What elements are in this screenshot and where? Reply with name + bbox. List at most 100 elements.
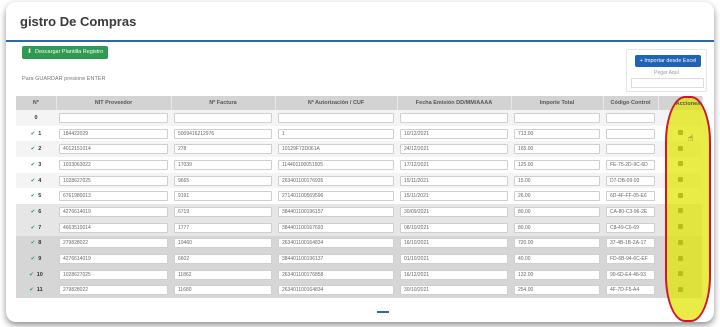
amount-field[interactable]: 132.00 [514, 269, 600, 280]
control-code-field[interactable]: 4F-7D-F5-A4 [606, 285, 655, 296]
control-code-field[interactable]: FD-6B-94-6C-EF [606, 254, 655, 265]
nit-field[interactable]: 279828022 [59, 238, 168, 249]
nit-field[interactable]: 4663510014 [59, 222, 168, 233]
invoice-field[interactable]: 11680 [174, 285, 272, 296]
amount-field[interactable]: 80.00 [514, 222, 600, 233]
date-field[interactable]: 30/10/2021 [400, 285, 508, 296]
column-header: Importe Total [511, 96, 604, 110]
control-code-field[interactable] [606, 144, 655, 155]
row-number: 9 [38, 256, 42, 263]
row-number: 4 [38, 177, 42, 184]
date-field[interactable]: 01/10/2021 [400, 254, 508, 265]
date-filter-input[interactable] [400, 112, 508, 123]
amount-field[interactable]: 40.00 [514, 254, 600, 265]
table-row: ✔ 9 4276614019 6602 384401100196137 01/10/202… [16, 251, 702, 267]
amount-field[interactable]: 720.00 [514, 238, 600, 249]
filter-row: 0 [16, 110, 702, 126]
control-code-field[interactable]: CA-80-C3-96-2E [606, 206, 655, 217]
nit-field[interactable]: 4276614019 [59, 206, 168, 217]
authorization-field[interactable]: 1 [278, 128, 394, 139]
date-field[interactable]: 08/10/2021 [400, 222, 508, 233]
check-icon: ✔ [30, 177, 36, 184]
authorization-field[interactable]: 263401100164834 [278, 238, 394, 249]
date-field[interactable]: 10/12/2021 [400, 128, 508, 139]
invoice-field[interactable]: 1777 [174, 222, 272, 233]
date-field[interactable]: 24/12/2021 [400, 144, 508, 155]
paste-input[interactable] [631, 78, 704, 88]
nit-field[interactable]: 1028627025 [59, 269, 168, 280]
table-row: ✔ 5 6761980013 9191 271401100569596 15/11/202… [16, 188, 702, 205]
authorization-field[interactable]: 384401100196157 [278, 206, 394, 217]
mouse-cursor-icon: ☝ [688, 133, 694, 143]
date-field[interactable]: 30/09/2021 [400, 206, 508, 217]
nit-field[interactable]: 6761980013 [59, 191, 168, 202]
table-row: ✔ 4 1028627025 9665 263401100176935 15/11/202… [16, 172, 702, 189]
date-field[interactable]: 15/11/2021 [400, 175, 508, 186]
authorization-field[interactable]: 263401100176935 [278, 175, 394, 186]
invoice-field[interactable]: 11862 [174, 269, 272, 280]
date-field[interactable]: 16/10/2021 [400, 238, 508, 249]
control-code-field[interactable]: 6D-4F-FF-05-E6 [606, 191, 655, 202]
nit-field[interactable]: 4276614019 [59, 254, 168, 265]
nit-field[interactable]: 1028627025 [59, 175, 168, 186]
amount-field[interactable]: 165.00 [514, 144, 600, 155]
authorization-field[interactable]: 263401100164834 [278, 285, 394, 296]
authorization-field[interactable]: 114401100051505 [278, 159, 394, 170]
row-number: 2 [38, 146, 42, 153]
nit-field[interactable]: 4012151014 [59, 144, 168, 155]
download-template-button[interactable]: ⬇ Descargar Plantilla Registro [22, 46, 109, 59]
authorization-field[interactable]: 263401100176858 [278, 269, 394, 280]
authorization-field[interactable]: 10129F72D061A [278, 144, 394, 155]
column-header: Nº [16, 96, 57, 110]
invoice-field[interactable]: 278 [174, 144, 272, 155]
control-code-filter-input[interactable] [606, 112, 655, 123]
invoice-field[interactable]: 9191 [174, 191, 272, 202]
amount-field[interactable]: 15.00 [514, 175, 600, 186]
import-panel: + Importar desde Excel Pegar Aquí [626, 49, 707, 92]
check-icon: ✔ [30, 208, 36, 215]
invoice-field[interactable]: 10460 [174, 238, 272, 249]
nit-field[interactable]: 184422029 [59, 128, 168, 139]
amount-field[interactable]: 254.00 [514, 285, 600, 296]
check-icon: ✔ [30, 193, 36, 200]
invoice-field[interactable]: 5009416212976 [174, 128, 272, 139]
download-icon: ⬇ [27, 49, 33, 55]
date-field[interactable]: 17/12/2021 [400, 159, 508, 170]
control-code-field[interactable] [606, 128, 655, 139]
control-code-field[interactable]: C8-49-C6-69 [606, 222, 655, 233]
amount-field[interactable]: 125.00 [514, 159, 600, 170]
amount-field[interactable]: 26.00 [514, 191, 600, 202]
control-code-field[interactable]: FE-75-2D-9C-6D [606, 159, 655, 170]
authorization-filter-input[interactable] [278, 112, 394, 123]
invoice-field[interactable]: 6719 [174, 206, 272, 217]
nit-filter-input[interactable] [59, 112, 168, 123]
control-code-field[interactable]: 37-4B-1B-2A-17 [606, 238, 655, 249]
authorization-field[interactable]: 271401100569596 [278, 191, 394, 202]
amount-field[interactable]: 713.00 [514, 128, 600, 139]
authorization-field[interactable]: 384401100196137 [278, 254, 394, 265]
authorization-field[interactable]: 384401100167693 [278, 222, 394, 233]
check-icon: ✔ [30, 224, 36, 231]
amount-field[interactable]: 80.00 [514, 206, 600, 217]
control-code-field[interactable]: 90-6D-E4-46-93 [606, 269, 655, 280]
actions-column-header: Acciones [675, 101, 701, 107]
import-excel-button[interactable]: + Importar desde Excel [635, 55, 701, 67]
row-number: 7 [38, 224, 42, 231]
date-field[interactable]: 15/11/2021 [400, 191, 508, 202]
row-number: 10 [36, 271, 43, 278]
paste-label: Pegar Aquí [654, 70, 679, 76]
check-icon: ✔ [30, 161, 36, 168]
control-code-field[interactable]: D7-DB-09-93 [606, 175, 655, 186]
invoice-filter-input[interactable] [174, 112, 272, 123]
check-icon: ✔ [30, 146, 36, 153]
table-body: 0 ✔ 1 184422029 5009416212976 1 10/12/2021 713.… [16, 110, 702, 299]
nit-field[interactable]: 279828022 [59, 285, 168, 296]
invoice-field[interactable]: 6602 [174, 254, 272, 265]
date-field[interactable]: 16/12/2021 [400, 269, 508, 280]
table-row: ✔ 10 1028627025 11862 263401100176858 16/12/2… [16, 266, 702, 283]
column-header: Nº Factura [171, 96, 276, 110]
invoice-field[interactable]: 9665 [174, 175, 272, 186]
nit-field[interactable]: 1033063022 [59, 159, 168, 170]
amount-filter-input[interactable] [514, 112, 600, 123]
invoice-field[interactable]: 17039 [174, 159, 272, 170]
